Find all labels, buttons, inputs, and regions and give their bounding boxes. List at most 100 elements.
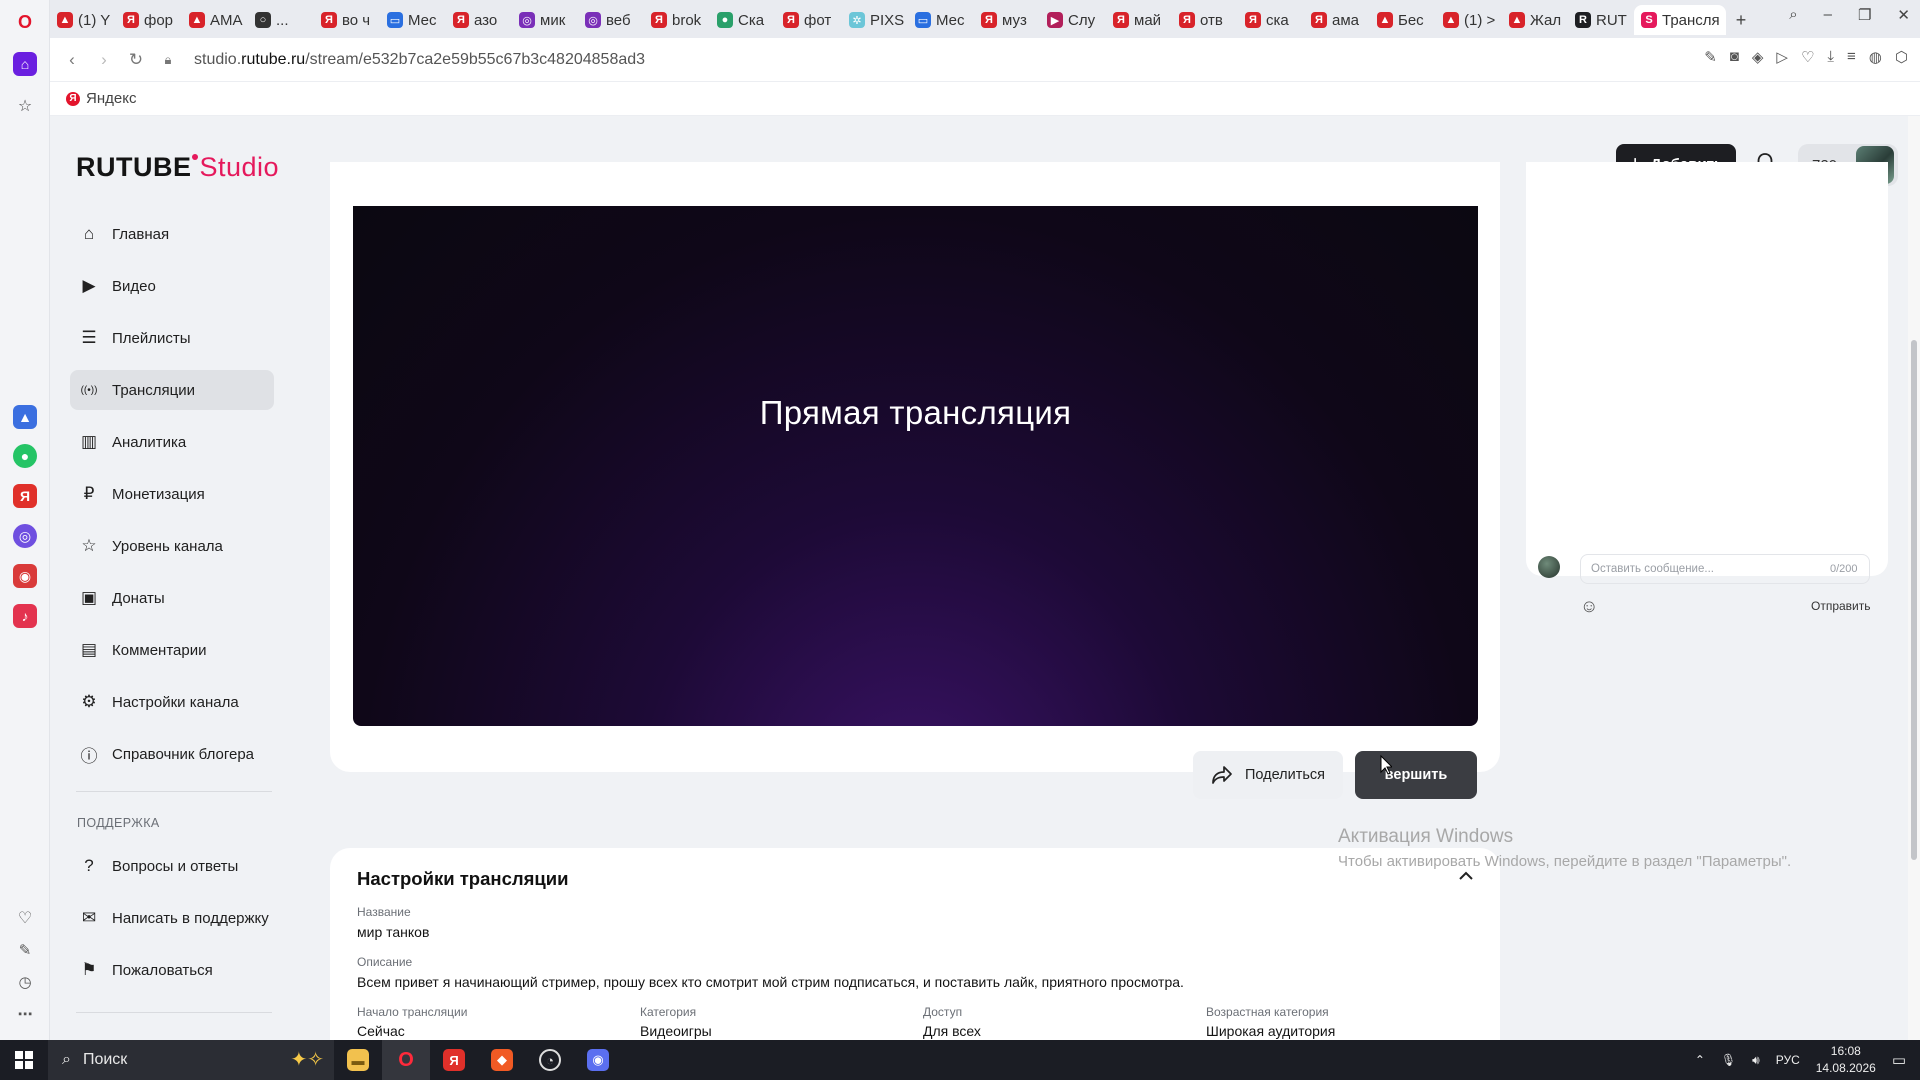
player-icon[interactable]: ▷ [1776,48,1788,66]
whatsapp-icon[interactable]: ● [13,444,37,468]
pinboard-icon[interactable]: ☆ [13,94,37,118]
tab-search-icon[interactable]: ⌕ [1789,6,1797,24]
video-player[interactable]: Прямая трансляция [353,206,1478,726]
finish-stream-button[interactable]: вершить [1355,751,1477,799]
yandex-browser-icon[interactable]: Я [430,1040,478,1080]
bookmark-yandex[interactable]: Яндекс [86,90,136,107]
new-tab-button[interactable]: + [1726,5,1756,35]
tab-favicon-icon: Я [1179,12,1195,28]
sidebar-item[interactable]: ☆ Уровень канала [70,526,274,566]
browser-tab[interactable]: ○... [248,5,314,35]
chevron-up-tray-icon[interactable]: ⌃ [1695,1053,1705,1067]
url-field[interactable]: studio.rutube.ru/stream/e532b7ca2e59b55c… [194,51,645,69]
browser-tab[interactable]: Яазо [446,5,512,35]
page-scrollbar[interactable] [1908,116,1920,1040]
edit-page-icon[interactable]: ✎ [1704,48,1717,66]
more-icon[interactable]: ⋯ [13,1002,37,1026]
sidebar-item[interactable]: ((•)) Трансляции [70,370,274,410]
chat-message-input[interactable]: Оставить сообщение... [1580,554,1870,584]
brave-icon[interactable]: ◆ [478,1040,526,1080]
sidebar-item[interactable]: ▥ Аналитика [70,422,274,462]
browser-tab[interactable]: ▶ Слу [1040,5,1106,35]
microphone-icon[interactable]: 🎙︎ [1721,1053,1736,1067]
sidebar-item[interactable]: ⚑ Пожаловаться [70,950,274,990]
profile-icon[interactable]: ◍ [1869,48,1882,66]
extensions-icon[interactable]: ⬡ [1895,48,1908,66]
browser-tab[interactable]: ▲ (1) > [1436,5,1502,35]
app-icon-1[interactable]: ▲ [13,405,37,429]
description-label: Описание [357,955,413,969]
send-button[interactable]: Отправить [1811,599,1871,613]
browser-tab[interactable]: Ямуз [974,5,1040,35]
close-icon[interactable]: ✕ [1897,6,1910,24]
opera-taskbar-icon[interactable]: O [382,1040,430,1080]
sidebar-item[interactable]: ▶ Видео [70,266,274,306]
browser-tab[interactable]: ▲ AMA [182,5,248,35]
taskbar-clock[interactable]: 16:08 14.08.2026 [1816,1043,1876,1077]
browser-tab[interactable]: Ямай [1106,5,1172,35]
snapshot-icon[interactable]: ◙ [1730,48,1739,66]
emoji-icon[interactable]: ☺ [1580,596,1598,617]
sidebar-item[interactable]: ⓘ Справочник блогера [70,734,274,774]
language-indicator[interactable]: РУС [1776,1053,1800,1067]
scrollbar-thumb[interactable] [1911,340,1917,860]
minimize-icon[interactable]: – [1824,6,1832,24]
taskbar-search[interactable]: ⌕ Поиск ✦✧ [48,1040,334,1080]
app-icon-2[interactable]: ◉ [13,564,37,588]
browser-tab[interactable]: Яама [1304,5,1370,35]
browser-tab[interactable]: ▭ Мес [908,5,974,35]
messenger-icon[interactable]: ◎ [13,524,37,548]
browser-tab[interactable]: Яbrok [644,5,710,35]
home-speed-dial-icon[interactable]: ⌂ [13,52,37,76]
rutube-studio-logo[interactable]: RUTUBE Studio [76,152,279,183]
windows-start-icon[interactable] [0,1051,48,1069]
browser-tab[interactable]: S Трансля [1634,5,1726,35]
browser-tab[interactable]: Яфор [116,5,182,35]
share-button[interactable]: Поделиться [1193,751,1343,799]
forward-icon[interactable]: › [88,50,120,70]
browser-tab[interactable]: ✲ PIXS [842,5,908,35]
restore-icon[interactable]: ❐ [1858,6,1871,24]
browser-tab[interactable]: ◎ мик [512,5,578,35]
volume-icon[interactable]: 🔊︎ [1752,1053,1760,1068]
history-icon[interactable]: ◷ [13,970,37,994]
sidebar-item[interactable]: ₽ Монетизация [70,474,274,514]
sidebar-item[interactable]: ⌂ Главная [70,214,274,254]
sidebar-item[interactable]: ▣ Донаты [70,578,274,618]
browser-tab[interactable]: Яска [1238,5,1304,35]
browser-tab[interactable]: ◎ веб [578,5,644,35]
browser-tab[interactable]: ● Ска [710,5,776,35]
sidebar-item[interactable]: ☰ Плейлисты [70,318,274,358]
app-messenger-icon[interactable]: ◉ [574,1040,622,1080]
sidebar-item-label: Справочник блогера [112,745,255,763]
browser-tab[interactable]: R RUT [1568,5,1634,35]
lock-icon: 🔒︎ [164,51,172,67]
menu-icon[interactable]: ≡ [1847,48,1856,66]
browser-tab[interactable]: ▲ (1) Y [50,5,116,35]
browser-tab[interactable]: ▲ Жал [1502,5,1568,35]
vpn-icon[interactable]: ◈ [1752,48,1764,66]
back-icon[interactable]: ‹ [56,50,88,70]
opera-logo-icon[interactable]: O [13,10,37,34]
browser-tab[interactable]: Яотв [1172,5,1238,35]
heart-icon[interactable]: ♡ [13,906,37,930]
reload-icon[interactable]: ↻ [120,50,152,70]
tab-label: Мес [936,11,965,29]
chevron-up-icon[interactable] [1458,868,1474,886]
app-clock-icon[interactable]: ◔ [526,1040,574,1080]
notifications-icon[interactable]: ▭ [1892,1051,1906,1069]
yandex-icon[interactable]: Я [13,484,37,508]
sidebar-item[interactable]: ✉ Написать в поддержку [70,898,274,938]
music-icon[interactable]: ♪ [13,604,37,628]
browser-tab[interactable]: ▭ Мес [380,5,446,35]
sidebar-item[interactable]: ⚙ Настройки канала [70,682,274,722]
sidebar-item[interactable]: ? Вопросы и ответы [70,846,274,886]
browser-tab[interactable]: Яво ч [314,5,380,35]
edit-icon[interactable]: ✎ [13,938,37,962]
file-explorer-icon[interactable]: ▬ [334,1040,382,1080]
browser-tab[interactable]: ▲ Бес [1370,5,1436,35]
download-icon[interactable]: ⤓ [1827,48,1834,66]
sidebar-item[interactable]: ▤ Комментарии [70,630,274,670]
browser-tab[interactable]: Яфот [776,5,842,35]
favorite-icon[interactable]: ♡ [1801,48,1814,66]
